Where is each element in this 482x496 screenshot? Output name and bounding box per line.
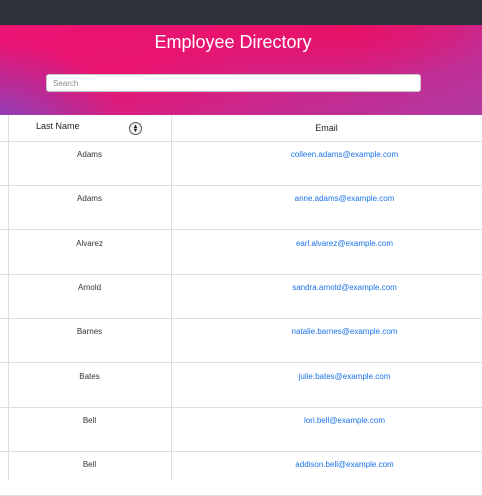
table-row: Adams colleen.adams@example.com	[0, 142, 482, 186]
last-name-cell: Bates	[79, 371, 100, 381]
email-link[interactable]: lori.bell@example.com	[172, 416, 482, 425]
email-link[interactable]: julie.bates@example.com	[172, 372, 482, 381]
table-row: Alvarez earl.alvarez@example.com	[0, 231, 482, 275]
table-row: Bates julie.bates@example.com	[0, 364, 482, 408]
last-name-cell: Arnold	[77, 282, 102, 292]
table-header: Last Name ▲ ▼ Email	[0, 115, 482, 142]
table-row: Arnold sandra.arnold@example.com	[0, 275, 482, 319]
last-name-cell: Adams	[77, 150, 102, 159]
last-name-cell: Barnes	[76, 327, 103, 337]
page-title: Employee Directory	[154, 32, 312, 52]
email-link[interactable]: sandra.arnold@example.com	[172, 283, 482, 292]
email-link[interactable]: earl.alvarez@example.com	[172, 239, 482, 248]
table-row: Bell addison.bell@example.com	[0, 452, 482, 496]
header-banner: Employee Directory	[0, 25, 482, 115]
email-link[interactable]: colleen.adams@example.com	[172, 150, 482, 159]
email-link[interactable]: natalie.barnes@example.com	[172, 327, 482, 336]
email-link[interactable]: anne.adams@example.com	[172, 194, 482, 203]
table-row: Barnes natalie.barnes@example.com	[0, 319, 482, 364]
last-name-cell: Adams	[77, 194, 102, 204]
email-link[interactable]: addison.bell@example.com	[172, 460, 482, 469]
table-row: Adams anne.adams@example.com	[0, 186, 482, 231]
last-name-cell: Alvarez	[76, 238, 103, 248]
last-name-cell: Bell	[82, 415, 97, 425]
sort-updown-icon[interactable]: ▲ ▼	[129, 122, 142, 135]
top-bar	[0, 0, 482, 25]
search-input[interactable]	[46, 74, 421, 92]
last-name-cell: Bell	[82, 460, 97, 470]
table-row: Bell lori.bell@example.com	[0, 408, 482, 452]
